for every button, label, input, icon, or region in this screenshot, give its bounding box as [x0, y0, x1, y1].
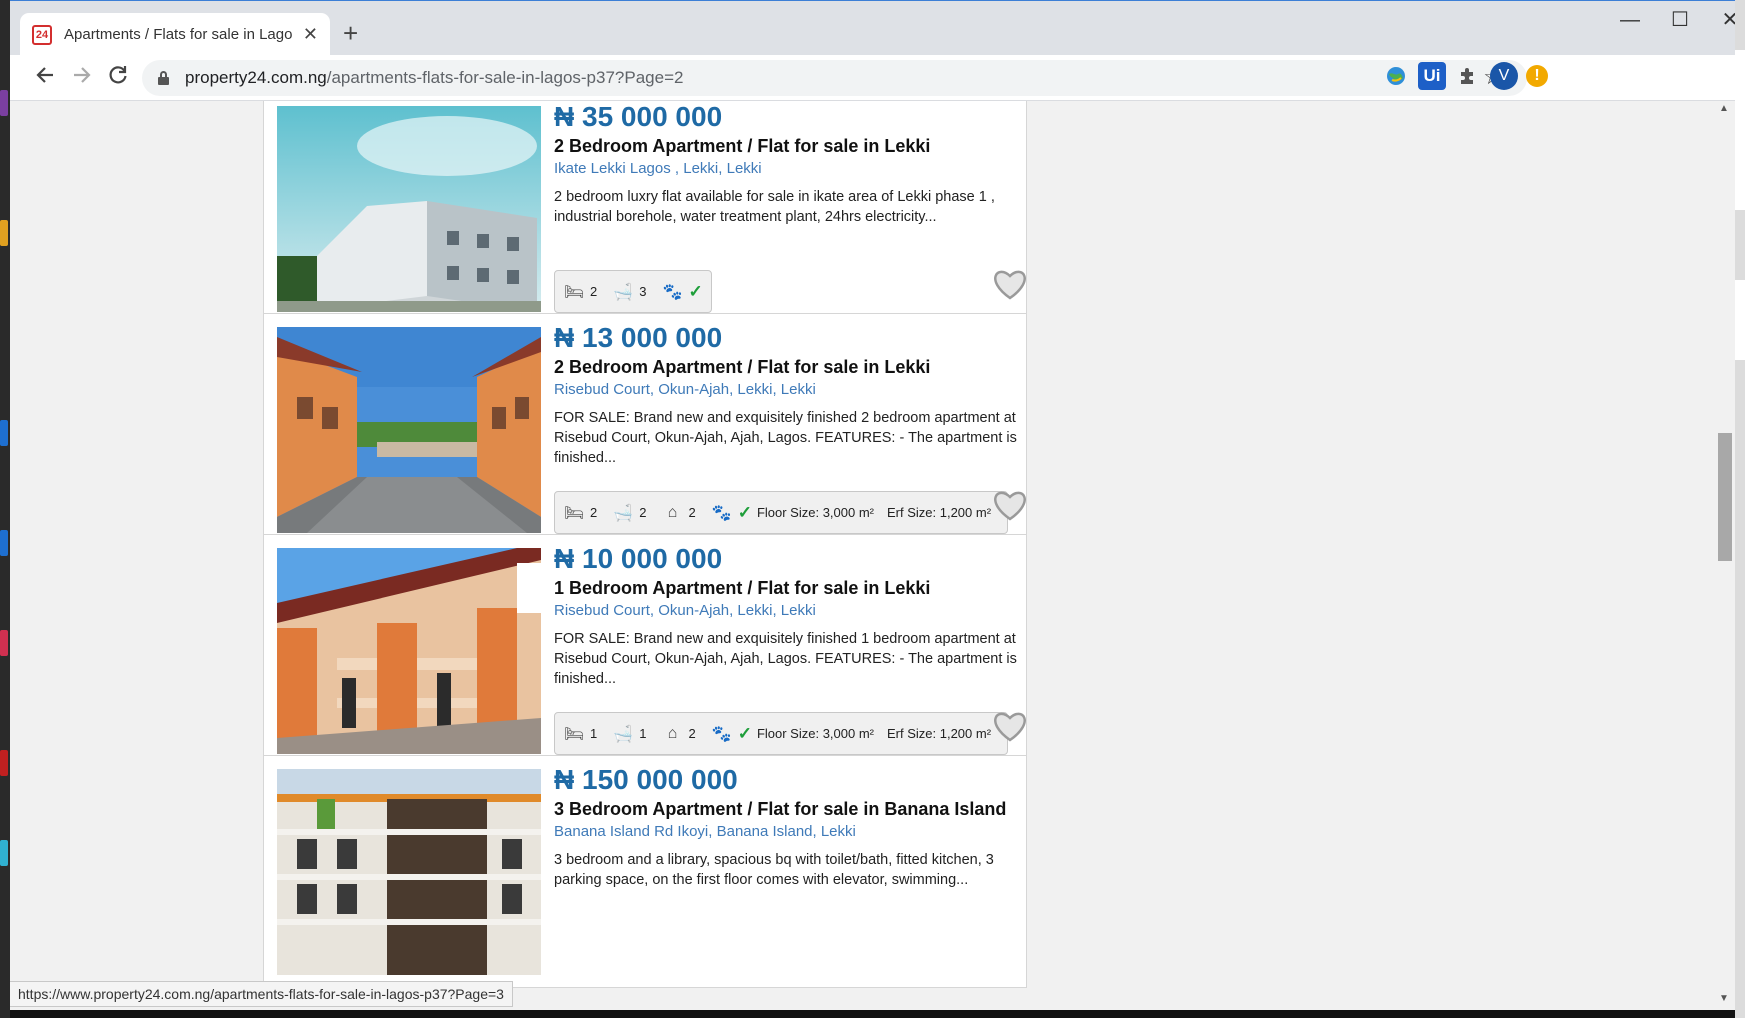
bedrooms-count: 2 — [590, 505, 598, 520]
listing-location[interactable]: Ikate Lekki Lagos , Lekki, Lekki — [554, 159, 1024, 179]
puzzle-icon[interactable] — [1454, 62, 1482, 90]
scroll-thumb[interactable] — [1718, 433, 1732, 561]
browser-window: 24 Apartments / Flats for sale in Lagos … — [10, 0, 1735, 1010]
bathrooms-count: 3 — [639, 284, 647, 299]
listing-description: 2 bedroom luxry flat available for sale … — [554, 189, 995, 225]
pet-paw-icon: 🐾 — [711, 725, 732, 743]
listing-info: ₦ 10 000 000 1 Bedroom Apartment / Flat … — [554, 543, 1024, 689]
garages-count: 2 — [688, 505, 696, 520]
listing-description: 3 bedroom and a library, spacious bq wit… — [554, 852, 994, 888]
extension-globe-icon[interactable] — [1382, 62, 1410, 90]
bed-icon: 🛏 — [563, 504, 585, 522]
listing-price[interactable]: ₦ 35 000 000 — [554, 101, 1024, 133]
listing-location[interactable]: Risebud Court, Okun-Ajah, Lekki, Lekki — [554, 601, 1024, 621]
bath-icon: 🛁 — [613, 725, 634, 743]
new-tab-button[interactable]: + — [343, 18, 358, 48]
profile-avatar[interactable]: V — [1490, 62, 1518, 90]
favourite-heart-icon[interactable] — [992, 709, 1028, 743]
lock-icon[interactable] — [158, 71, 169, 85]
bed-icon: 🛏 — [563, 283, 585, 301]
tab-strip: 24 Apartments / Flats for sale in Lagos … — [10, 0, 1735, 56]
listing-info: ₦ 35 000 000 2 Bedroom Apartment / Flat … — [554, 101, 1024, 227]
desktop-left-edge — [0, 0, 10, 1018]
reload-button[interactable] — [104, 64, 132, 92]
tab-title: Apartments / Flats for sale in Lagos — [64, 26, 293, 43]
bathrooms-count: 1 — [639, 726, 647, 741]
pet-paw-icon: 🐾 — [711, 504, 732, 522]
browser-toolbar: property24.com.ng/apartments-flats-for-s… — [10, 55, 1735, 101]
listing-description: FOR SALE: Brand new and exquisitely fini… — [554, 410, 1017, 466]
listing-features: 🛏 2 🛁 3 🐾 ✓ — [554, 270, 712, 313]
bath-icon: 🛁 — [613, 504, 634, 522]
listing-photo[interactable] — [277, 327, 541, 533]
listing-card[interactable]: ₦ 35 000 000 2 Bedroom Apartment / Flat … — [263, 101, 1027, 325]
desktop-right-edge — [1735, 0, 1745, 1018]
listing-description: FOR SALE: Brand new and exquisitely fini… — [554, 631, 1017, 687]
minimize-button[interactable]: — — [1610, 5, 1650, 35]
back-button[interactable] — [31, 64, 59, 92]
garage-icon: ⌂ — [667, 503, 678, 521]
bath-icon: 🛁 — [613, 283, 634, 301]
listing-info: ₦ 13 000 000 2 Bedroom Apartment / Flat … — [554, 322, 1024, 468]
bathrooms-count: 2 — [639, 505, 647, 520]
listing-price[interactable]: ₦ 13 000 000 — [554, 322, 1024, 354]
floor-size: Floor Size: 3,000 m² — [756, 505, 874, 520]
listing-features: 🛏 1 🛁 1 ⌂ 2 🐾 ✓ Floor Size: 3,000 m² Erf Siz… — [554, 712, 1009, 755]
bedrooms-count: 1 — [590, 726, 598, 741]
listing-card[interactable]: ₦ 10 000 000 1 Bedroom Apartment / Flat … — [263, 534, 1027, 767]
bedrooms-count: 2 — [590, 284, 598, 299]
listing-location[interactable]: Risebud Court, Okun-Ajah, Lekki, Lekki — [554, 380, 1024, 400]
check-icon: ✓ — [737, 723, 752, 743]
floor-size: Floor Size: 3,000 m² — [756, 726, 874, 741]
listing-card[interactable]: ₦ 150 000 000 3 Bedroom Apartment / Flat… — [263, 755, 1027, 988]
garage-icon: ⌂ — [667, 724, 678, 742]
forward-button[interactable] — [68, 64, 96, 92]
scroll-up-icon[interactable]: ▲ — [1719, 103, 1729, 114]
page-scrollbar[interactable]: ▲ ▼ — [1715, 101, 1735, 1010]
status-bar-url: https://www.property24.com.ng/apartments… — [10, 981, 513, 1007]
listing-title[interactable]: 3 Bedroom Apartment / Flat for sale in B… — [554, 798, 1024, 820]
close-window-button[interactable]: ✕ — [1710, 5, 1735, 35]
close-tab-icon[interactable]: ✕ — [303, 24, 318, 45]
scroll-down-icon[interactable]: ▼ — [1719, 993, 1729, 1004]
pet-paw-icon: 🐾 — [662, 283, 683, 301]
address-url[interactable]: property24.com.ng/apartments-flats-for-s… — [185, 68, 683, 88]
listing-photo[interactable] — [277, 769, 541, 975]
check-icon: ✓ — [688, 281, 703, 301]
listing-info: ₦ 150 000 000 3 Bedroom Apartment / Flat… — [554, 764, 1024, 890]
listing-title[interactable]: 1 Bedroom Apartment / Flat for sale in L… — [554, 577, 1024, 599]
favourite-heart-icon[interactable] — [992, 488, 1028, 522]
listing-card[interactable]: ₦ 13 000 000 2 Bedroom Apartment / Flat … — [263, 313, 1027, 546]
extension-ui-icon[interactable]: Ui — [1418, 62, 1446, 90]
site-favicon-icon: 24 — [32, 24, 52, 45]
update-alert-icon[interactable]: ! — [1526, 65, 1548, 87]
reload-icon — [109, 66, 127, 84]
listing-price[interactable]: ₦ 10 000 000 — [554, 543, 1024, 575]
maximize-button[interactable]: ☐ — [1660, 5, 1700, 35]
listing-photo[interactable] — [277, 548, 541, 754]
listing-photo[interactable] — [277, 106, 541, 312]
listing-title[interactable]: 2 Bedroom Apartment / Flat for sale in L… — [554, 356, 1024, 378]
erf-size: Erf Size: 1,200 m² — [887, 505, 992, 520]
arrow-right-icon — [74, 67, 91, 83]
listing-features: 🛏 2 🛁 2 ⌂ 2 🐾 ✓ Floor Size: 3,000 m² Erf Siz… — [554, 491, 1009, 534]
listing-price[interactable]: ₦ 150 000 000 — [554, 764, 1024, 796]
check-icon: ✓ — [737, 502, 752, 522]
arrow-left-icon — [36, 67, 53, 83]
tab-active[interactable]: 24 Apartments / Flats for sale in Lagos … — [20, 13, 330, 56]
erf-size: Erf Size: 1,200 m² — [887, 726, 992, 741]
bed-icon: 🛏 — [563, 725, 585, 743]
page-viewport: ₦ 35 000 000 2 Bedroom Apartment / Flat … — [10, 101, 1735, 1010]
favourite-heart-icon[interactable] — [992, 267, 1028, 301]
garages-count: 2 — [688, 726, 696, 741]
address-bar[interactable]: property24.com.ng/apartments-flats-for-s… — [142, 60, 1527, 96]
listing-location[interactable]: Banana Island Rd Ikoyi, Banana Island, L… — [554, 822, 1024, 842]
listing-title[interactable]: 2 Bedroom Apartment / Flat for sale in L… — [554, 135, 1024, 157]
